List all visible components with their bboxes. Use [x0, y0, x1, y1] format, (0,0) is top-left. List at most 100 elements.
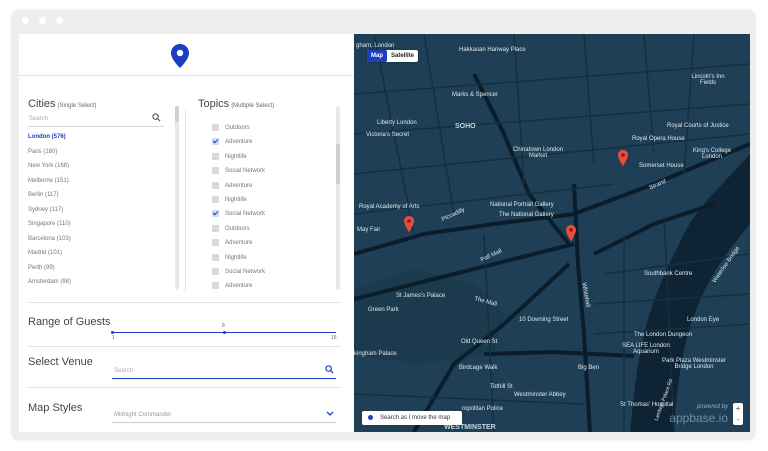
- map-label: London Eye: [687, 317, 720, 323]
- topic-item[interactable]: Adventure: [212, 279, 332, 293]
- topic-item[interactable]: Social Network: [212, 265, 332, 279]
- topics-title-text: Topics: [198, 98, 230, 110]
- city-item[interactable]: Berlin (117): [28, 188, 168, 203]
- cities-search-input[interactable]: Search: [28, 112, 164, 127]
- topic-checkbox[interactable]: [212, 138, 219, 146]
- search-as-move-radio[interactable]: [368, 415, 373, 420]
- map-label: SOHO: [455, 123, 476, 130]
- map-label: Somerset House: [639, 163, 684, 169]
- topic-item[interactable]: Nightlife: [212, 193, 332, 207]
- city-item[interactable]: Melborne (151): [28, 174, 168, 189]
- map-marker-icon[interactable]: [566, 225, 576, 241]
- topic-item[interactable]: Nightlife: [212, 251, 332, 265]
- city-item[interactable]: London (576): [28, 130, 168, 145]
- section-divider-3: [28, 387, 341, 388]
- topic-checkbox[interactable]: [212, 267, 219, 275]
- city-item[interactable]: Singapore (110): [28, 217, 168, 232]
- map-label: 10 Downing Street: [519, 317, 569, 323]
- cities-title-text: Cities: [28, 98, 56, 110]
- filter-panel: Cities (Single Select) Search London (576…: [19, 34, 354, 432]
- zoom-in-button[interactable]: +: [733, 403, 743, 414]
- topic-label: Social Network: [225, 211, 266, 218]
- map-type-toggle[interactable]: Map Satellite: [367, 50, 419, 62]
- topics-scrollbar[interactable]: [336, 106, 340, 290]
- topic-item[interactable]: Adventure: [212, 236, 332, 250]
- cities-scroll-thumb[interactable]: [175, 106, 179, 122]
- topic-checkbox[interactable]: [212, 210, 219, 218]
- map-label: Southbank Centre: [644, 271, 693, 277]
- guests-slider-handle-min[interactable]: [111, 331, 114, 334]
- window-dot-close[interactable]: [22, 17, 29, 24]
- city-item[interactable]: Sydney (117): [28, 203, 168, 218]
- topic-checkbox[interactable]: [212, 195, 219, 203]
- topics-title: Topics (Multiple Select): [198, 98, 274, 110]
- topic-item[interactable]: Nightlife: [212, 150, 332, 164]
- city-item[interactable]: Paris (180): [28, 145, 168, 160]
- section-divider-2: [28, 346, 341, 347]
- map-label: SEA LIFE London Aquarium: [622, 343, 670, 355]
- map-label: St James's Palace: [396, 293, 446, 299]
- map-label: kingham Palace: [354, 351, 397, 357]
- chevron-down-icon[interactable]: [326, 411, 334, 417]
- search-icon[interactable]: [152, 113, 161, 122]
- city-item[interactable]: New York (168): [28, 159, 168, 174]
- map-label: Marks & Spencer: [452, 92, 499, 98]
- brand-watermark: appbase.io: [669, 411, 728, 425]
- map-label: Royal Courts of Justice: [667, 123, 729, 129]
- city-item[interactable]: Madrid (101): [28, 246, 168, 261]
- city-item[interactable]: Perth (99): [28, 261, 168, 276]
- window-dot-minimize[interactable]: [39, 17, 46, 24]
- venue-search-input[interactable]: Search: [112, 365, 336, 379]
- header-divider: [19, 75, 354, 76]
- map-label: The London Dungeon: [634, 332, 693, 338]
- map-label: Victoria's Secret: [366, 132, 410, 138]
- topic-checkbox[interactable]: [212, 181, 219, 189]
- map-marker-icon[interactable]: [404, 216, 414, 232]
- topic-checkbox[interactable]: [212, 167, 219, 175]
- topic-checkbox[interactable]: [212, 124, 219, 131]
- map-type-map-button[interactable]: Map: [367, 50, 387, 62]
- map-styles-select[interactable]: Midnight Commander: [112, 409, 336, 423]
- map-label: May Fair: [357, 227, 381, 233]
- search-icon[interactable]: [325, 365, 334, 374]
- cities-subtitle: (Single Select): [57, 103, 97, 109]
- topics-subtitle: (Multiple Select): [231, 103, 275, 109]
- city-item[interactable]: Amsterdam (98): [28, 275, 168, 290]
- venue-search-placeholder: Search: [114, 368, 134, 374]
- zoom-out-button[interactable]: -: [733, 414, 743, 425]
- topic-item[interactable]: Outdoors: [212, 121, 332, 135]
- topic-item[interactable]: Adventure: [212, 179, 332, 193]
- section-divider-1: [28, 302, 341, 303]
- guests-slider-handle[interactable]: [222, 331, 226, 334]
- map-label: ropolitan Police: [462, 406, 504, 412]
- search-as-move-toggle[interactable]: Search as I move the map: [362, 411, 462, 425]
- topic-checkbox[interactable]: [212, 253, 219, 261]
- map-marker-icon[interactable]: [618, 150, 628, 166]
- topic-item[interactable]: Social Network: [212, 164, 332, 178]
- map-label: Birdcage Walk: [459, 365, 498, 371]
- topic-item[interactable]: Outdoors: [212, 222, 332, 236]
- topics-scroll-thumb[interactable]: [336, 144, 340, 184]
- topic-checkbox[interactable]: [212, 224, 219, 232]
- map-label: Lincoln's Inn Fields: [691, 74, 725, 86]
- map-type-satellite-button[interactable]: Satellite: [387, 50, 418, 62]
- topic-item[interactable]: Adventure: [212, 135, 332, 149]
- topic-checkbox[interactable]: [212, 282, 219, 290]
- map-styles-label: Map Styles: [28, 402, 83, 414]
- city-item[interactable]: Barcelona (103): [28, 232, 168, 247]
- guests-slider[interactable]: [111, 331, 336, 334]
- topic-checkbox[interactable]: [212, 239, 219, 247]
- search-as-move-label: Search as I move the map: [380, 415, 451, 421]
- map-label: Big Ben: [578, 365, 600, 371]
- topic-item[interactable]: Social Network: [212, 207, 332, 221]
- guests-min-label: 1: [112, 335, 115, 341]
- map-label: Hakkasan Hanway Place: [459, 47, 526, 53]
- map-view[interactable]: Map Satellite gham, London Hakkasan Hanw…: [354, 34, 750, 432]
- cities-scrollbar[interactable]: [175, 106, 179, 290]
- map-label: Chinatown London Market: [512, 147, 564, 159]
- window-dot-maximize[interactable]: [56, 17, 63, 24]
- topic-checkbox[interactable]: [212, 152, 219, 160]
- zoom-control: + -: [733, 403, 743, 425]
- map-label: King's College London: [692, 148, 732, 160]
- topic-label: Adventure: [225, 139, 253, 146]
